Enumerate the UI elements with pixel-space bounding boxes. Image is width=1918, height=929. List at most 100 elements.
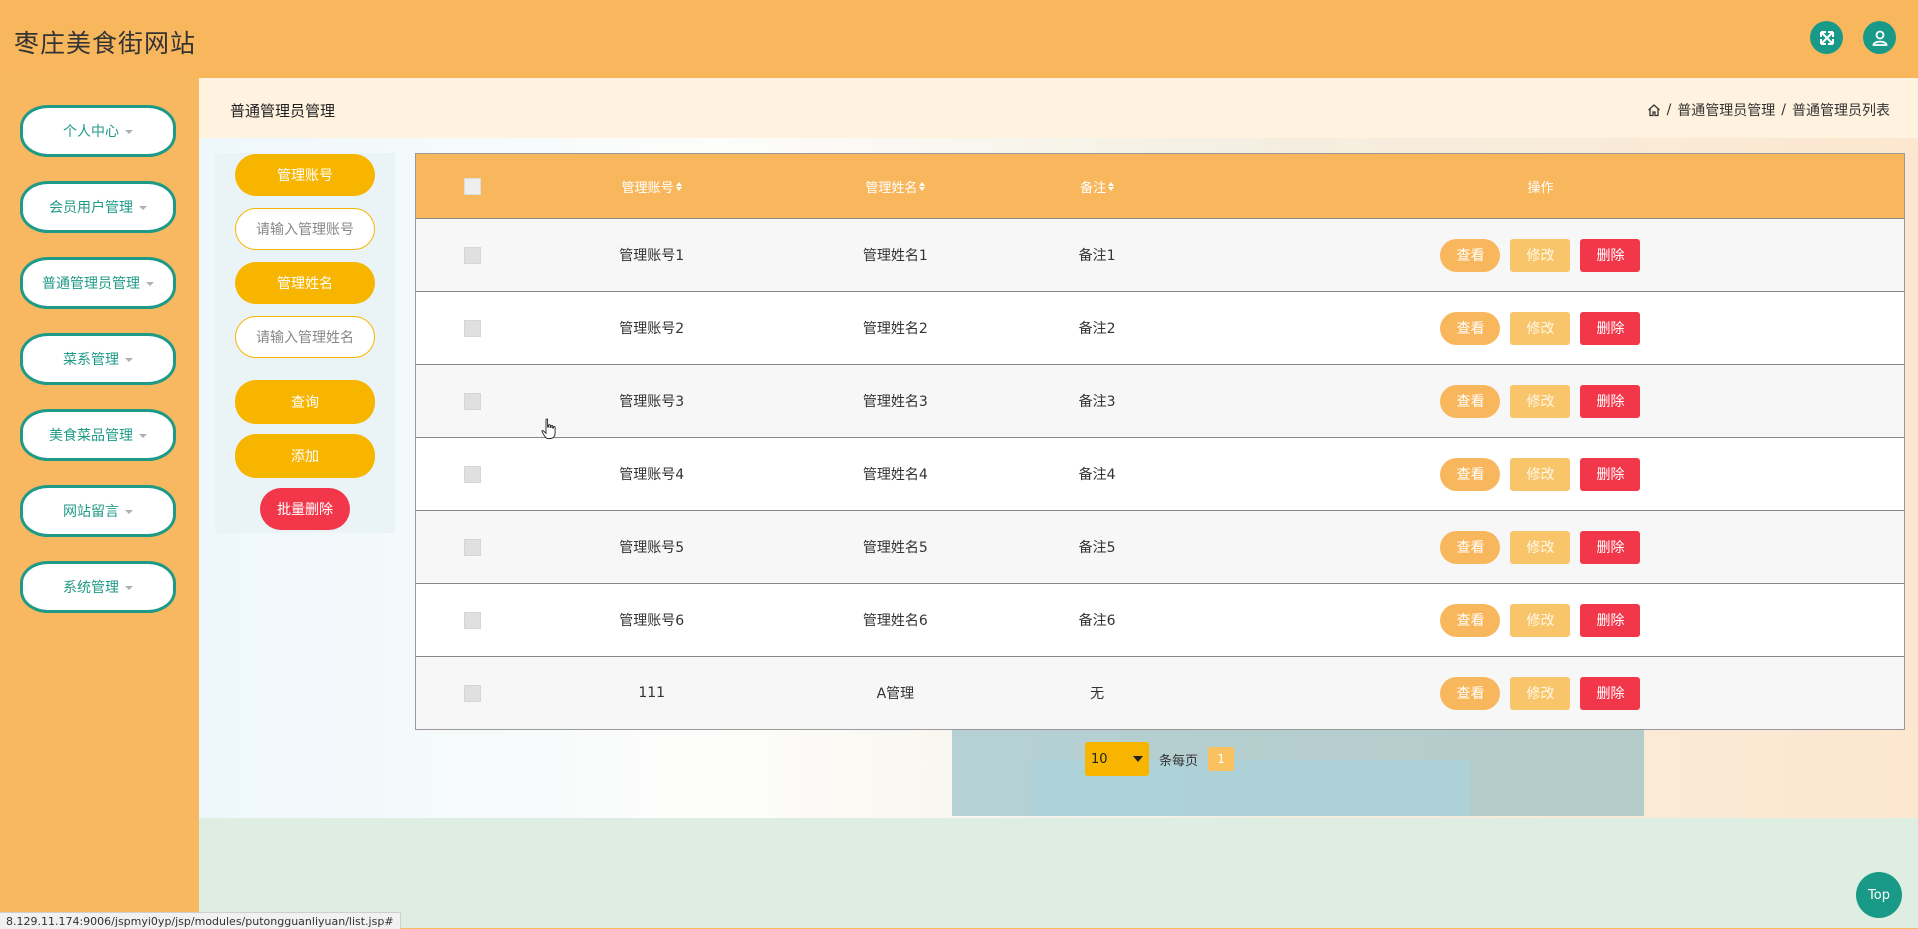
search-button[interactable]: 查询 xyxy=(235,380,375,424)
delete-button[interactable]: 删除 xyxy=(1580,238,1641,272)
cell-account: 管理账号6 xyxy=(619,613,685,629)
fullscreen-button[interactable] xyxy=(1810,21,1843,54)
sort-icon xyxy=(919,181,926,191)
cell-note: 无 xyxy=(1090,686,1105,702)
admin-table: 管理账号 管理姓名 备注 操作 管理账号1 管理姓名1 备注1 查看 修改 删除 管… xyxy=(415,153,1905,730)
sort-icon xyxy=(1108,181,1115,191)
sidebar-item-label: 普通管理员管理 xyxy=(42,276,140,292)
caret-down-icon xyxy=(125,130,133,134)
edit-button[interactable]: 修改 xyxy=(1510,530,1571,564)
cell-name: 管理姓名1 xyxy=(862,248,928,264)
add-button[interactable]: 添加 xyxy=(235,434,375,478)
delete-button[interactable]: 删除 xyxy=(1580,311,1641,345)
view-button[interactable]: 查看 xyxy=(1440,238,1501,272)
page-number-current[interactable]: 1 xyxy=(1208,747,1235,771)
page-size-select[interactable]: 10 xyxy=(1085,742,1149,776)
table-row: 管理账号4 管理姓名4 备注4 查看 修改 删除 xyxy=(416,437,1904,510)
delete-button[interactable]: 删除 xyxy=(1580,457,1641,491)
select-all-checkbox[interactable] xyxy=(464,177,482,195)
table-row: 管理账号5 管理姓名5 备注5 查看 修改 删除 xyxy=(416,510,1904,583)
view-button[interactable]: 查看 xyxy=(1440,311,1501,345)
sidebar-item-label: 系统管理 xyxy=(63,580,119,596)
user-button[interactable] xyxy=(1863,21,1896,54)
cell-name: 管理姓名2 xyxy=(862,321,928,337)
edit-button[interactable]: 修改 xyxy=(1510,238,1571,272)
cell-name: 管理姓名3 xyxy=(862,394,928,410)
delete-button[interactable]: 删除 xyxy=(1580,603,1641,637)
table-header: 管理账号 管理姓名 备注 操作 xyxy=(416,154,1904,218)
sidebar-item-dishes[interactable]: 美食菜品管理 xyxy=(20,409,176,461)
breadcrumb: / 普通管理员管理 / 普通管理员列表 xyxy=(1647,100,1890,120)
sidebar-item-member-users[interactable]: 会员用户管理 xyxy=(20,181,176,233)
cell-account: 管理账号3 xyxy=(619,394,685,410)
column-header-note[interactable]: 备注 xyxy=(1017,177,1177,196)
column-header-name[interactable]: 管理姓名 xyxy=(774,177,1018,196)
edit-button[interactable]: 修改 xyxy=(1510,384,1571,418)
name-search-input[interactable]: 请输入管理姓名 xyxy=(235,316,375,358)
account-label: 管理账号 xyxy=(235,154,375,196)
status-bar-url: 8.129.11.174:9006/jspmyi0yp/jsp/modules/… xyxy=(0,912,401,929)
caret-down-icon xyxy=(125,358,133,362)
account-search-input[interactable]: 请输入管理账号 xyxy=(235,208,375,250)
expand-arrows-icon xyxy=(1819,30,1834,45)
cell-account: 管理账号1 xyxy=(619,248,685,264)
edit-button[interactable]: 修改 xyxy=(1510,457,1571,491)
view-button[interactable]: 查看 xyxy=(1440,676,1501,710)
cell-name: 管理姓名5 xyxy=(862,540,928,556)
cell-note: 备注2 xyxy=(1078,321,1116,337)
row-checkbox[interactable] xyxy=(464,319,482,337)
column-header-account[interactable]: 管理账号 xyxy=(530,177,774,196)
sort-icon xyxy=(675,181,682,191)
edit-button[interactable]: 修改 xyxy=(1510,311,1571,345)
row-checkbox[interactable] xyxy=(464,465,482,483)
view-button[interactable]: 查看 xyxy=(1440,384,1501,418)
page-size-value: 10 xyxy=(1091,751,1108,767)
sidebar-item-cuisines[interactable]: 菜系管理 xyxy=(20,333,176,385)
back-to-top-button[interactable]: Top xyxy=(1856,872,1902,918)
cell-account: 管理账号2 xyxy=(619,321,685,337)
edit-button[interactable]: 修改 xyxy=(1510,603,1571,637)
breadcrumb-item[interactable]: 普通管理员管理 xyxy=(1677,100,1775,120)
view-button[interactable]: 查看 xyxy=(1440,603,1501,637)
cell-account: 管理账号5 xyxy=(619,540,685,556)
home-icon[interactable] xyxy=(1647,103,1661,117)
row-checkbox[interactable] xyxy=(464,611,482,629)
caret-down-icon xyxy=(146,282,154,286)
page-title: 普通管理员管理 xyxy=(230,102,336,120)
view-button[interactable]: 查看 xyxy=(1440,530,1501,564)
cell-name: 管理姓名4 xyxy=(862,467,928,483)
delete-button[interactable]: 删除 xyxy=(1580,530,1641,564)
delete-button[interactable]: 删除 xyxy=(1580,676,1641,710)
sidebar-item-label: 美食菜品管理 xyxy=(49,428,133,444)
sidebar-item-system[interactable]: 系统管理 xyxy=(20,561,176,613)
table-row: 管理账号2 管理姓名2 备注2 查看 修改 删除 xyxy=(416,291,1904,364)
edit-button[interactable]: 修改 xyxy=(1510,676,1571,710)
name-label: 管理姓名 xyxy=(235,262,375,304)
sidebar-item-admins[interactable]: 普通管理员管理 xyxy=(20,257,176,309)
cell-name: A管理 xyxy=(876,686,915,702)
sidebar-item-personal-center[interactable]: 个人中心 xyxy=(20,105,176,157)
view-button[interactable]: 查看 xyxy=(1440,457,1501,491)
column-header-actions: 操作 xyxy=(1527,180,1554,196)
pagination: 10 条每页 1 xyxy=(1085,742,1235,776)
table-row: 管理账号6 管理姓名6 备注6 查看 修改 删除 xyxy=(416,583,1904,656)
chevron-down-icon xyxy=(1133,756,1143,762)
site-title: 枣庄美食街网站 xyxy=(14,29,197,58)
row-checkbox[interactable] xyxy=(464,246,482,264)
cell-note: 备注1 xyxy=(1078,248,1116,264)
delete-button[interactable]: 删除 xyxy=(1580,384,1641,418)
breadcrumb-separator: / xyxy=(1781,102,1786,118)
row-checkbox[interactable] xyxy=(464,538,482,556)
table-row: 111 A管理 无 查看 修改 删除 xyxy=(416,656,1904,729)
cell-note: 备注6 xyxy=(1078,613,1116,629)
cell-account: 管理账号4 xyxy=(619,467,685,483)
batch-delete-button[interactable]: 批量删除 xyxy=(260,488,350,530)
row-checkbox[interactable] xyxy=(464,684,482,702)
cell-account: 111 xyxy=(638,685,666,701)
top-bar: 枣庄美食街网站 xyxy=(0,0,1918,78)
sidebar-item-label: 会员用户管理 xyxy=(49,200,133,216)
cell-note: 备注5 xyxy=(1078,540,1116,556)
row-checkbox[interactable] xyxy=(464,392,482,410)
table-row: 管理账号3 管理姓名3 备注3 查看 修改 删除 xyxy=(416,364,1904,437)
sidebar-item-messages[interactable]: 网站留言 xyxy=(20,485,176,537)
